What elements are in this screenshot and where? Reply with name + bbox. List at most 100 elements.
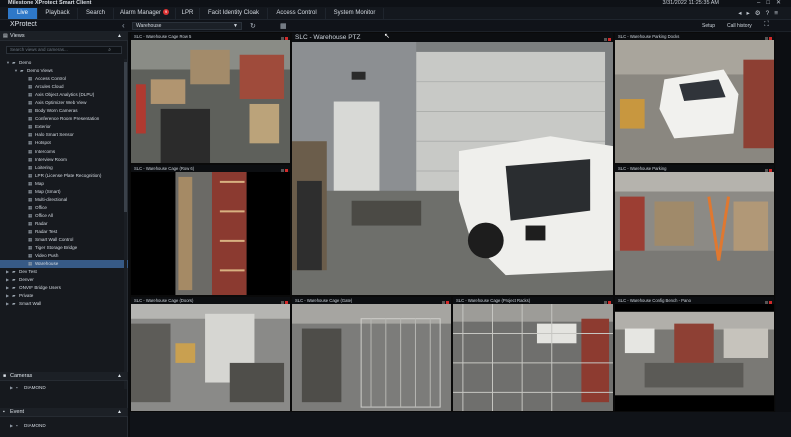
expand-arrow-icon[interactable]: ▶: [6, 268, 9, 276]
expand-arrow-icon[interactable]: ▶: [6, 276, 9, 284]
tree-item-label: Smart Wall Control: [35, 237, 74, 243]
tree-item[interactable]: ▦ Office All: [0, 212, 128, 220]
tab-search[interactable]: Search: [78, 8, 114, 19]
layout-icon[interactable]: ▦: [280, 22, 287, 30]
close-icon[interactable]: ✕: [776, 0, 787, 6]
tree-item[interactable]: ▦ Exterior: [0, 123, 128, 131]
tree-scrollbar-thumb[interactable]: [124, 62, 127, 212]
tree-item[interactable]: ▦ Halo Smart Sensor: [0, 131, 128, 139]
expand-arrow-icon[interactable]: ▶: [10, 422, 13, 430]
call-history-button[interactable]: Call history: [727, 23, 752, 29]
tree-item[interactable]: ▦ Warehouse: [0, 260, 128, 269]
tree-item-label: Axis Optimizer Web View: [35, 100, 87, 106]
cameras-tree-item[interactable]: ▶ ▪ DIAMOND: [0, 384, 128, 392]
tree-item[interactable]: ▦ Smart Wall Control: [0, 236, 128, 244]
camera-tile[interactable]: SLC - Warehouse Cage (Doors): [130, 296, 291, 412]
collapse-arrow-icon[interactable]: ▼: [6, 59, 10, 67]
camera-video-feed[interactable]: [615, 304, 774, 411]
camera-video-feed[interactable]: [453, 304, 613, 411]
tree-item[interactable]: ▦ Radar: [0, 220, 128, 228]
tree-item[interactable]: ▶ ▰ Smart Wall: [0, 300, 128, 308]
camera-tile[interactable]: SLC - Warehouse Cage Row 5: [130, 32, 291, 164]
tree-item[interactable]: ▦ Axis Optimizer Web View: [0, 99, 128, 107]
tree-item-label: Axis Object Analytics (DLPU): [35, 92, 95, 98]
gear-icon[interactable]: ⚙: [755, 10, 766, 17]
camera-video-feed[interactable]: [615, 40, 774, 163]
camera-title-bar: SLC - Warehouse Parking Docks: [615, 33, 774, 40]
chevron-up-icon[interactable]: ▲: [117, 32, 122, 41]
camera-video-feed[interactable]: [131, 40, 290, 163]
expand-arrow-icon[interactable]: ▶: [6, 292, 9, 300]
tab-system-monitor[interactable]: System Monitor: [326, 8, 384, 19]
view-selector[interactable]: Warehouse ▼: [132, 22, 242, 30]
tree-item[interactable]: ▦ Body Worn Cameras: [0, 107, 128, 115]
tree-item[interactable]: ▦ Radar Test: [0, 228, 128, 236]
chevron-up-icon[interactable]: ▲: [117, 372, 122, 381]
camera-video-feed[interactable]: [292, 304, 451, 411]
tree-item[interactable]: ▦ Access Control: [0, 75, 128, 83]
tab-live[interactable]: Live: [8, 8, 38, 19]
tree-item[interactable]: ▦ Video Push: [0, 252, 128, 260]
camera-tile[interactable]: SLC - Warehouse Parking: [614, 164, 775, 296]
expand-arrow-icon[interactable]: ▶: [6, 300, 9, 308]
view-icon: ▦: [28, 261, 33, 267]
chevron-up-icon[interactable]: ▲: [117, 408, 122, 417]
maximize-icon[interactable]: □: [766, 0, 776, 6]
menu-icon[interactable]: ≡: [774, 10, 783, 17]
tree-item[interactable]: ▦ Office: [0, 204, 128, 212]
camera-video-feed[interactable]: [131, 304, 290, 411]
tree-item[interactable]: ▦ Tiger Storage Bridge: [0, 244, 128, 252]
tab-playback[interactable]: Playback: [38, 8, 78, 19]
tree-item[interactable]: ▶ ▰ Dev Test: [0, 268, 128, 276]
tree-item[interactable]: ▦ Conference Room Presentation: [0, 115, 128, 123]
camera-tile[interactable]: SLC - Warehouse Config Bench - Pano: [614, 296, 775, 412]
tree-item[interactable]: ▦ Axis Object Analytics (DLPU): [0, 91, 128, 99]
collapse-pane-icon[interactable]: ‹: [122, 20, 125, 32]
camera-tile[interactable]: SLC - Warehouse Cage (Project Racks): [452, 296, 614, 412]
tree-item[interactable]: ▦ Map: [0, 180, 128, 188]
camera-video-feed[interactable]: [615, 172, 774, 295]
tab-alarm-manager[interactable]: Alarm Manager 9: [114, 8, 176, 19]
tree-item[interactable]: ▦ LPR (License Plate Recognition): [0, 172, 128, 180]
tree-item[interactable]: ▶ ▰ ONVIF Bridge Users: [0, 284, 128, 292]
camera-video-feed[interactable]: [131, 172, 290, 295]
tree-item[interactable]: ▦ Hotspot: [0, 139, 128, 147]
camera-tile[interactable]: SLC - Warehouse PTZ: [291, 32, 614, 296]
camera-tile[interactable]: SLC - Warehouse Parking Docks: [614, 32, 775, 164]
expand-arrow-icon[interactable]: ▶: [10, 384, 13, 392]
expand-arrow-icon[interactable]: ▶: [6, 284, 9, 292]
tree-item[interactable]: ▼ ▰ Demo Views: [0, 67, 128, 75]
tree-item[interactable]: ▶ ▰ Denver: [0, 276, 128, 284]
tree-item[interactable]: ▦ Interview Room: [0, 156, 128, 164]
minimize-icon[interactable]: –: [757, 0, 766, 6]
event-section-header[interactable]: ▪ Event ▲: [0, 408, 128, 417]
tree-item[interactable]: ▦ Map (Smart): [0, 188, 128, 196]
camera-tile[interactable]: SLC - Warehouse Cage (Gate): [291, 296, 452, 412]
cameras-section-header[interactable]: ■ Cameras ▲: [0, 372, 128, 381]
setup-button[interactable]: Setup: [702, 23, 715, 29]
tree-item[interactable]: ▦ Arcules Cloud: [0, 83, 128, 91]
tab-lpr[interactable]: LPR: [176, 8, 200, 19]
tree-item[interactable]: ▦ Loitering: [0, 164, 128, 172]
tree-item[interactable]: ▼ ▰ Demo: [0, 59, 128, 67]
tree-item[interactable]: ▦ Intercoms: [0, 148, 128, 156]
window-controls[interactable]: –□✕: [757, 0, 787, 7]
collapse-arrow-icon[interactable]: ▼: [14, 67, 18, 75]
refresh-icon[interactable]: ↻: [250, 22, 256, 30]
tree-item[interactable]: ▶ ▰ Private: [0, 292, 128, 300]
search-views-input[interactable]: Search views and cameras... ⌕: [6, 46, 122, 54]
cage-gate-scene: [292, 304, 451, 411]
tree-item-label: LPR (License Plate Recognition): [35, 172, 102, 178]
fullscreen-icon[interactable]: ⛶: [764, 21, 769, 29]
forward-icon[interactable]: ▸: [746, 10, 754, 17]
camera-video-feed[interactable]: [292, 42, 613, 295]
camera-tile[interactable]: SLC - Warehouse Cage (Row 6): [130, 164, 291, 296]
warehouse-ptz-scene: [292, 42, 613, 295]
event-tree-item[interactable]: ▶ ▪ DIAMOND: [0, 422, 128, 430]
tree-item[interactable]: ▦ Multi-directional: [0, 196, 128, 204]
search-icon[interactable]: ⌕: [108, 47, 111, 53]
tab-facit-identity-cloak[interactable]: Facit Identity Cloak: [200, 8, 268, 19]
tab-access-control[interactable]: Access Control: [268, 8, 326, 19]
help-icon[interactable]: ?: [766, 10, 775, 17]
views-section-header[interactable]: ▤ Views ▲: [0, 32, 128, 41]
